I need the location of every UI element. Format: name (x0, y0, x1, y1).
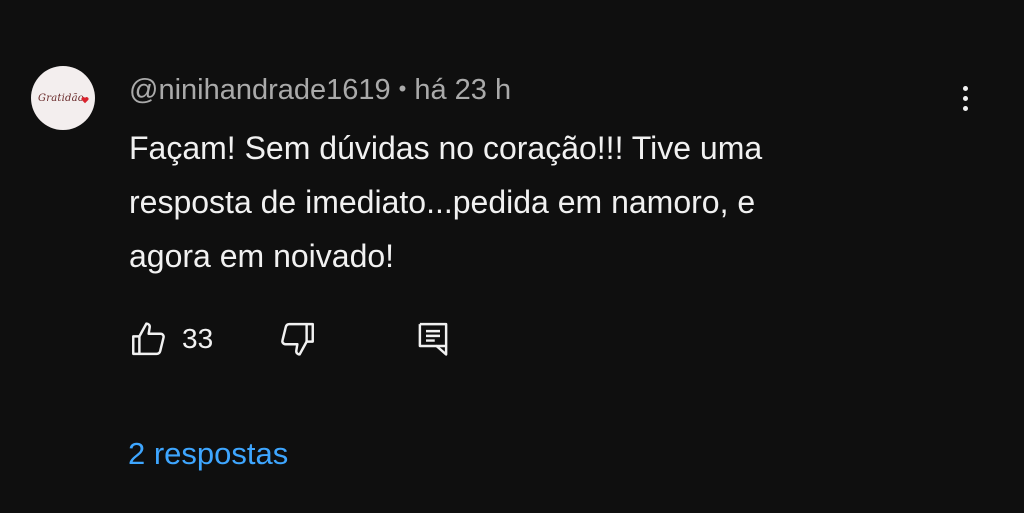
separator-dot: • (398, 76, 407, 101)
more-vertical-icon (962, 85, 968, 91)
comment-text: Façam! Sem dúvidas no coração!!! Tive um… (129, 121, 889, 283)
avatar-text: Gratidão (38, 92, 84, 104)
dislike-button[interactable] (276, 318, 318, 360)
comment-text-line: Façam! Sem dúvidas no coração!!! Tive um… (129, 130, 763, 166)
comment-text-line: agora em noivado! (129, 238, 395, 274)
comment-text-line: resposta de imediato...pedida em namoro,… (129, 184, 756, 220)
like-button[interactable] (128, 318, 170, 360)
view-replies-button[interactable]: 2 respostas (128, 434, 288, 474)
reply-button[interactable] (412, 318, 454, 360)
like-count: 33 (182, 323, 214, 354)
reply-comment-icon (418, 322, 448, 356)
author-name[interactable]: @ninihandrade1619 (129, 74, 391, 106)
avatar[interactable]: Gratidão (31, 66, 95, 130)
heart-icon (81, 97, 89, 104)
more-options-button[interactable] (948, 78, 982, 118)
timestamp[interactable]: há 23 h (414, 74, 511, 106)
comment-header: @ninihandrade1619 • há 23 h (129, 71, 511, 108)
more-vertical-icon (962, 95, 968, 101)
thumbs-down-icon (281, 322, 314, 356)
comment-thread: Gratidão @ninihandrade1619 • há 23 h Façam… (0, 0, 1024, 513)
more-vertical-icon (962, 105, 968, 111)
thumbs-up-icon (132, 322, 165, 356)
